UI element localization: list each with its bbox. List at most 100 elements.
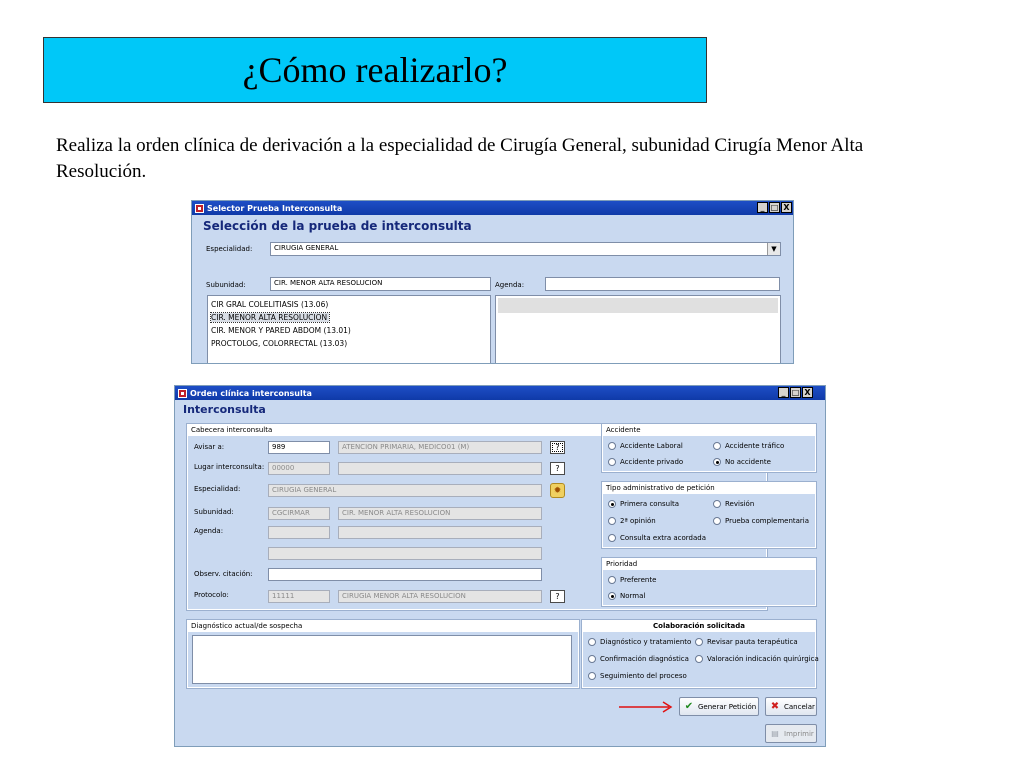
radio-no-accidente[interactable]: No accidente: [713, 458, 771, 466]
radio-preferente[interactable]: Preferente: [608, 576, 656, 584]
subunidad-label: Subunidad:: [206, 281, 246, 289]
diagnostico-textarea[interactable]: [192, 635, 572, 684]
agenda-label: Agenda:: [495, 281, 525, 289]
radio-label: Confirmación diagnóstica: [600, 655, 689, 663]
generar-label: Generar Petición: [698, 702, 757, 711]
radio-revision[interactable]: Revisión: [713, 500, 754, 508]
radio-normal[interactable]: Normal: [608, 592, 645, 600]
radio-circle[interactable]: [695, 655, 703, 663]
colaboracion-title: Colaboración solicitada: [583, 621, 815, 632]
imprimir-button[interactable]: ▤ Imprimir: [765, 724, 817, 743]
agenda-name-field: [338, 526, 542, 539]
accidente-title: Accidente: [603, 425, 815, 436]
radio-accidente-laboral[interactable]: Accidente Laboral: [608, 442, 683, 450]
radio-circle[interactable]: [713, 442, 721, 450]
tipo-peticion-title: Tipo administrativo de petición: [603, 483, 815, 494]
radio-circle[interactable]: [713, 500, 721, 508]
radio-circle[interactable]: [608, 442, 616, 450]
diagnostico-title: Diagnóstico actual/de sospecha: [188, 621, 578, 632]
agenda-label: Agenda:: [194, 527, 224, 535]
radio-label: Preferente: [620, 576, 657, 584]
radio-revisar-pauta[interactable]: Revisar pauta terapéutica: [695, 638, 798, 646]
subunidad-name-field: CIR. MENOR ALTA RESOLUCION: [338, 507, 542, 520]
subunidad-input[interactable]: CIR. MENOR ALTA RESOLUCION: [270, 277, 491, 291]
radio-diagnostico-tratamiento[interactable]: Diagnóstico y tratamiento: [588, 638, 691, 646]
avisar-name-field: ATENCION PRIMARIA, MEDICO01 (M): [338, 441, 542, 454]
prioridad-title: Prioridad: [603, 559, 815, 570]
radio-circle-selected[interactable]: [608, 500, 616, 508]
maximize-button[interactable]: □: [790, 387, 801, 398]
list-item[interactable]: CIR GRAL COLELITIASIS (13.06): [211, 300, 328, 309]
observ-label: Observ. citación:: [194, 570, 253, 578]
selector-window-title: Selector Prueba Interconsulta: [207, 203, 343, 213]
radio-label: No accidente: [725, 458, 771, 466]
close-button[interactable]: X: [781, 202, 792, 213]
radio-confirmacion-diagnostica[interactable]: Confirmación diagnóstica: [588, 655, 689, 663]
radio-accidente-trafico[interactable]: Accidente tráfico: [713, 442, 784, 450]
protocolo-help-button[interactable]: ?: [550, 590, 565, 603]
especialidad-select[interactable]: CIRUGIA GENERAL ▼: [270, 242, 781, 256]
selector-titlebar[interactable]: Selector Prueba Interconsulta _ □ X: [192, 201, 793, 215]
radio-segunda-opinion[interactable]: 2ª opinión: [608, 517, 656, 525]
protocolo-label: Protocolo:: [194, 591, 229, 599]
agenda-code-field: [268, 526, 330, 539]
radio-circle-selected[interactable]: [713, 458, 721, 466]
lugar-code-field: 00000: [268, 462, 330, 475]
radio-primera-consulta[interactable]: Primera consulta: [608, 500, 679, 508]
radio-prueba-complementaria[interactable]: Prueba complementaria: [713, 517, 809, 525]
app-icon: [178, 388, 187, 398]
radio-valoracion-quirurgica[interactable]: Valoración indicación quirúrgica: [695, 655, 819, 663]
subunidad-list[interactable]: CIR GRAL COLELITIASIS (13.06) CIR. MENOR…: [207, 295, 491, 363]
radio-consulta-extra[interactable]: Consulta extra acordada: [608, 534, 706, 542]
cancelar-label: Cancelar: [784, 702, 815, 711]
radio-label: Accidente tráfico: [725, 442, 785, 450]
radio-circle[interactable]: [608, 576, 616, 584]
radio-label: Normal: [620, 592, 646, 600]
chevron-down-icon[interactable]: ▼: [767, 243, 780, 255]
especialidad-label: Especialidad:: [206, 245, 253, 253]
list-item-selected[interactable]: CIR. MENOR ALTA RESOLUCION: [209, 312, 331, 323]
slide-description: Realiza la orden clínica de derivación a…: [56, 135, 864, 182]
radio-circle-selected[interactable]: [608, 592, 616, 600]
radio-label: Diagnóstico y tratamiento: [600, 638, 692, 646]
list-item[interactable]: CIR. MENOR Y PARED ABDOM (13.01): [211, 326, 351, 335]
radio-circle[interactable]: [608, 534, 616, 542]
radio-circle[interactable]: [608, 517, 616, 525]
agenda-list[interactable]: [495, 295, 781, 363]
minimize-button[interactable]: _: [757, 202, 768, 213]
close-button[interactable]: X: [802, 387, 813, 398]
slide-title: ¿Cómo realizarlo?: [43, 37, 707, 103]
radio-label: Valoración indicación quirúrgica: [707, 655, 819, 663]
minimize-button[interactable]: _: [778, 387, 789, 398]
generar-peticion-button[interactable]: ✔ Generar Petición: [679, 697, 759, 716]
radio-seguimiento-proceso[interactable]: Seguimiento del proceso: [588, 672, 687, 680]
avisar-code-input[interactable]: 989: [268, 441, 330, 454]
radio-circle[interactable]: [713, 517, 721, 525]
cancelar-button[interactable]: ✖ Cancelar: [765, 697, 817, 716]
imprimir-label: Imprimir: [784, 729, 814, 738]
radio-circle[interactable]: [695, 638, 703, 646]
radio-circle[interactable]: [588, 638, 596, 646]
radio-circle[interactable]: [608, 458, 616, 466]
radio-accidente-privado[interactable]: Accidente privado: [608, 458, 683, 466]
radio-circle[interactable]: [588, 672, 596, 680]
avisar-label: Avisar a:: [194, 443, 225, 451]
radio-circle[interactable]: [588, 655, 596, 663]
agenda-extra-field: [268, 547, 542, 560]
agenda-input[interactable]: [545, 277, 780, 291]
cancel-icon: ✖: [770, 701, 780, 712]
observ-input[interactable]: [268, 568, 542, 581]
selector-window: Selector Prueba Interconsulta _ □ X Sele…: [191, 200, 794, 364]
orden-window-title: Orden clínica interconsulta: [190, 388, 312, 398]
maximize-button[interactable]: □: [769, 202, 780, 213]
lightbulb-icon[interactable]: ✹: [550, 483, 565, 498]
radio-label: Seguimiento del proceso: [600, 672, 687, 680]
colaboracion-panel: Colaboración solicitada Diagnóstico y tr…: [581, 619, 819, 689]
lugar-name-field: [338, 462, 542, 475]
orden-titlebar[interactable]: Orden clínica interconsulta _ □ X: [175, 386, 825, 400]
lugar-help-button[interactable]: ?: [550, 462, 565, 475]
list-item[interactable]: PROCTOLOG, COLORRECTAL (13.03): [211, 339, 347, 348]
avisar-help-button[interactable]: ?: [550, 441, 565, 454]
radio-label: Accidente privado: [620, 458, 684, 466]
window-controls: _ □ X: [778, 387, 813, 398]
